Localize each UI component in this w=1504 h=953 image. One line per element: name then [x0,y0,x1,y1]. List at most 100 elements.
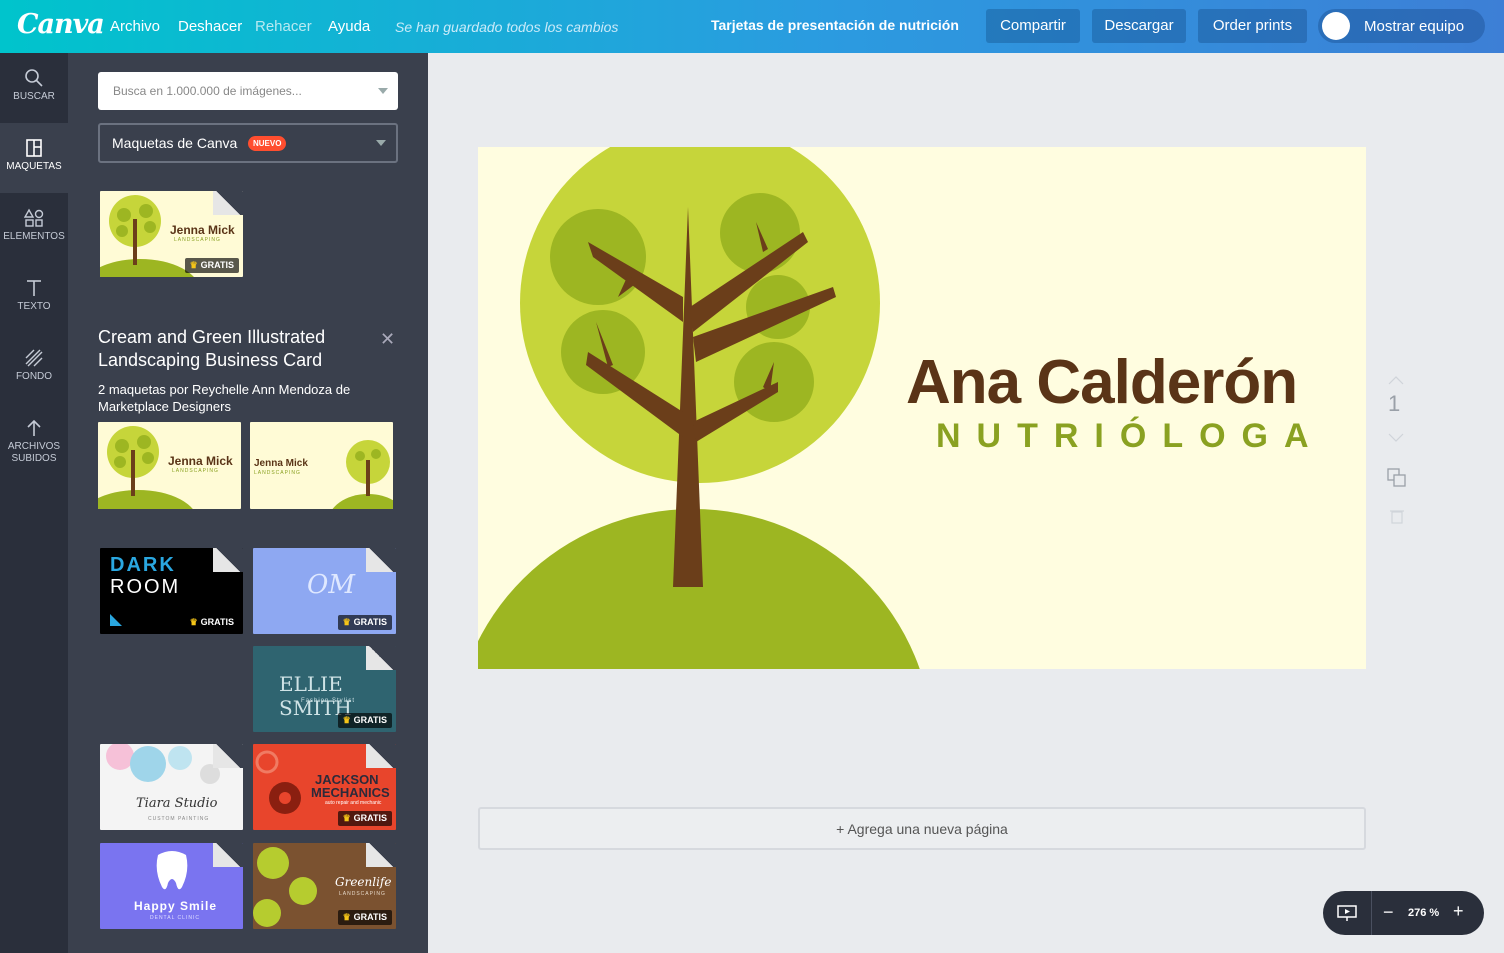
rail-label-fondo: FONDO [15,371,53,382]
card-name-text[interactable]: Ana Calderón [906,347,1298,418]
free-badge: ♛ GRATIS [337,713,392,728]
text-icon [27,280,41,296]
rail-item-buscar[interactable]: BUSCAR [0,53,68,123]
menu-rehacer[interactable]: Rehacer [255,18,312,35]
page-curl [366,646,396,670]
order-prints-button[interactable]: Order prints [1198,9,1307,43]
menu-deshacer[interactable]: Deshacer [178,18,242,35]
rail-label-texto: TEXTO [17,301,51,312]
thumb-tiara: Tiara Studio [136,796,218,811]
top-bar: Canva Archivo Deshacer Rehacer Ayuda Se … [0,0,1504,53]
image-search-input[interactable]: Busca en 1.000.000 de imágenes... [98,72,398,110]
business-card-design[interactable]: Ana Calderón NUTRIÓLOGA [478,147,1366,669]
rail-label-archivos: ARCHIVOS [7,441,61,452]
rail-item-maquetas[interactable]: MAQUETAS [0,123,68,193]
zoom-out-button[interactable]: − [1383,902,1394,923]
background-icon [25,349,43,367]
rail-label-buscar: BUSCAR [13,91,55,102]
templates-panel: Busca en 1.000.000 de imágenes... Maquet… [68,53,428,953]
page-curl [213,744,243,768]
triangle-icon [110,614,122,626]
page-curl [366,744,396,768]
template-thumb-jackson-mechanics[interactable]: JACKSON MECHANICS auto repair and mechan… [253,744,396,830]
dropdown-label: Maquetas de Canva [112,135,238,151]
template-variant-1[interactable]: Jenna Mick LANDSCAPING [98,422,241,509]
save-status: Se han guardado todos los cambios [395,19,619,35]
crown-icon: ♛ [189,260,198,270]
rail-label-elementos: ELEMENTOS [3,231,65,242]
rail-item-elementos[interactable]: ELEMENTOS [0,193,68,263]
zoom-control: − 276 % + [1323,891,1484,935]
layout-icon [26,139,42,157]
thumb-greenlife-sub: LANDSCAPING [339,891,386,897]
document-title[interactable]: Tarjetas de presentación de nutrición [711,17,959,33]
side-rail: BUSCAR MAQUETAS ELEMENTOS TEXTO FONDO AR… [0,53,68,953]
show-team-button[interactable]: Mostrar equipo [1318,9,1485,43]
card-role-text[interactable]: NUTRIÓLOGA [936,417,1325,456]
page-curl [213,191,243,215]
thumb-name: Jenna Mick [254,458,308,469]
rail-item-texto[interactable]: TEXTO [0,263,68,333]
template-thumb-jenna-mick[interactable]: Jenna Mick LANDSCAPING ♛ GRATIS [100,191,243,277]
thumb-om: OM [307,570,355,600]
close-icon[interactable]: ✕ [380,329,395,350]
delete-page-icon[interactable] [1390,508,1404,524]
chevron-down-icon [376,140,386,146]
rail-label-maquetas: MAQUETAS [6,161,62,172]
free-badge-label: GRATIS [200,617,234,627]
thumb-greenlife: Greenlife [335,875,392,889]
search-icon [25,69,43,87]
download-button[interactable]: Descargar [1092,9,1186,43]
template-thumb-ellie-smith[interactable]: ELLIE SMITH Fashion Stylist ♛ GRATIS [253,646,396,732]
template-thumb-om[interactable]: OM ♛ GRATIS [253,548,396,634]
free-badge: ♛ GRATIS [337,910,392,925]
template-source-dropdown[interactable]: Maquetas de Canva NUEVO [98,123,398,163]
upload-icon [27,419,41,436]
thumb-sub: LANDSCAPING [172,468,219,474]
template-variant-2[interactable]: Jenna Mick LANDSCAPING [250,422,393,509]
thumb-sub: LANDSCAPING [174,237,221,243]
share-button[interactable]: Compartir [986,9,1080,43]
template-thumb-happy-smile[interactable]: Happy Smile DENTAL CLINIC [100,843,243,929]
avatar [1322,12,1350,40]
divider [1371,891,1372,935]
thumb-fashion: Fashion Stylist [301,698,356,704]
thumb-mechanics: MECHANICS [311,785,390,800]
free-badge-label: GRATIS [353,813,387,823]
thumb-name: Jenna Mick [170,223,235,237]
search-placeholder: Busca en 1.000.000 de imágenes... [113,84,302,98]
crown-icon: ♛ [342,912,351,922]
chevron-down-icon[interactable] [378,88,388,94]
page-curl [366,843,396,867]
new-badge: NUEVO [248,136,287,151]
page-curl [213,548,243,572]
zoom-in-button[interactable]: + [1453,901,1464,922]
free-badge: ♛ GRATIS [337,811,392,826]
free-badge: ♛ GRATIS [337,615,392,630]
thumb-mechanics-sub: auto repair and mechanic [325,800,382,806]
present-icon[interactable] [1337,904,1357,922]
free-badge: ♛ GRATIS [184,615,239,630]
crown-icon: ♛ [342,813,351,823]
duplicate-page-icon[interactable] [1387,468,1407,488]
menu-archivo[interactable]: Archivo [110,18,160,35]
canva-logo[interactable]: Canva [17,9,105,40]
chevron-up-icon[interactable] [1388,375,1404,385]
rail-item-archivos-subidos[interactable]: ARCHIVOS SUBIDOS [0,403,68,483]
crown-icon: ♛ [342,715,351,725]
chevron-down-icon[interactable] [1388,433,1404,443]
free-badge-label: GRATIS [353,617,387,627]
rail-item-fondo[interactable]: FONDO [0,333,68,403]
thumb-dark: DARK [110,554,176,576]
show-team-label: Mostrar equipo [1364,18,1465,35]
template-thumb-tiara-studio[interactable]: Tiara Studio CUSTOM PAINTING [100,744,243,830]
menu-ayuda[interactable]: Ayuda [328,18,370,35]
template-thumb-greenlife[interactable]: Greenlife LANDSCAPING ♛ GRATIS [253,843,396,929]
thumb-room: ROOM [110,576,181,598]
template-thumb-dark-room[interactable]: DARK ROOM ♛ GRATIS [100,548,243,634]
page-number: 1 [1388,391,1401,416]
zoom-level[interactable]: 276 % [1408,907,1439,919]
add-new-page-button[interactable]: + Agrega una nueva página [478,807,1366,850]
template-detail-subtitle: 2 maquetas por Reychelle Ann Mendoza de … [98,382,351,414]
thumb-name: Jenna Mick [168,454,233,468]
